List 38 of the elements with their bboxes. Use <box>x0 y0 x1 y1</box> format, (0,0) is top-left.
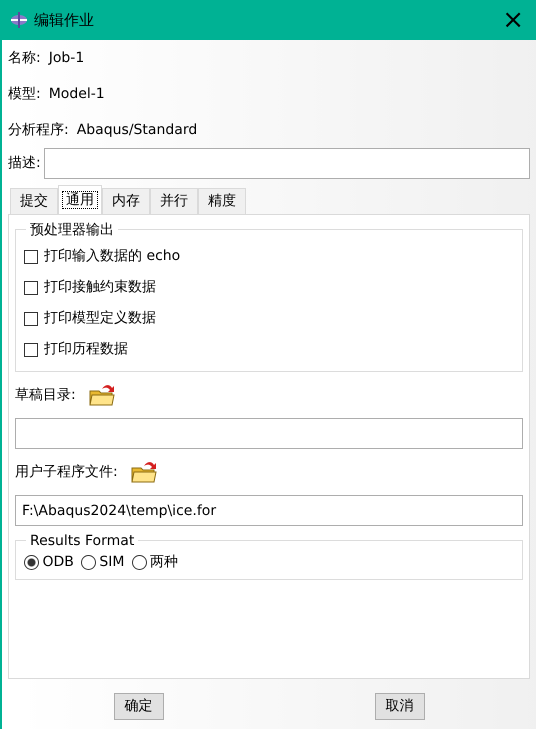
field-label: 名称: <box>8 48 41 68</box>
close-button[interactable]: × <box>498 7 528 33</box>
checkbox[interactable] <box>24 250 38 264</box>
checkbox[interactable] <box>24 342 38 356</box>
checkbox-label: 打印接触约束数据 <box>44 278 156 297</box>
radio-label: 两种 <box>150 553 178 572</box>
folder-icon[interactable] <box>130 460 158 484</box>
radio-button[interactable] <box>132 555 147 570</box>
radio-button[interactable] <box>24 555 39 570</box>
checkbox[interactable] <box>24 312 38 326</box>
checkbox-label: 打印历程数据 <box>44 340 128 359</box>
subroutine-file-field[interactable]: F:\Abaqus2024\temp\ice.for <box>15 495 523 526</box>
field-value: Model-1 <box>48 84 105 104</box>
checkbox[interactable] <box>24 280 38 294</box>
folder-icon[interactable] <box>88 383 116 407</box>
tab[interactable]: 精度 <box>198 188 246 214</box>
dialog-button[interactable]: 取消 <box>374 692 424 720</box>
field-label: 分析程序: <box>8 120 69 140</box>
checkbox-label: 打印模型定义数据 <box>44 309 156 328</box>
field-label: 描述: <box>8 154 41 173</box>
checkbox-label: 打印输入数据的 echo <box>44 247 180 266</box>
field-value: Abaqus/Standard <box>76 120 198 140</box>
tab[interactable]: 内存 <box>102 188 150 214</box>
scratch-dir-field[interactable] <box>15 418 523 449</box>
tab[interactable]: 提交 <box>10 188 58 214</box>
field-label: 草稿目录: <box>15 386 76 404</box>
window-title: 编辑作业 <box>34 10 94 31</box>
tab[interactable]: 通用 <box>58 185 102 214</box>
tab[interactable]: 并行 <box>150 188 198 214</box>
description-field[interactable] <box>44 148 530 179</box>
radio-label: ODB <box>42 553 74 572</box>
app-icon <box>10 11 28 29</box>
radio-label: SIM <box>99 553 125 572</box>
field-label: 用户子程序文件: <box>15 462 118 482</box>
field-value: Job-1 <box>48 48 84 68</box>
dialog-button[interactable]: 确定 <box>114 692 164 720</box>
field-label: 模型: <box>8 84 41 104</box>
radio-button[interactable] <box>80 555 96 570</box>
